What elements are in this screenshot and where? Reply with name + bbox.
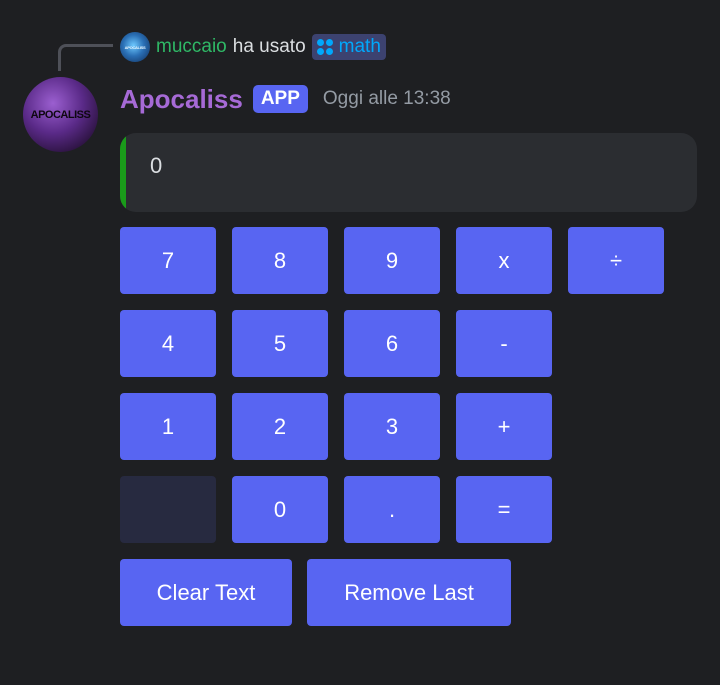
clear-text-button[interactable]: Clear Text [120, 559, 292, 626]
key-add[interactable]: + [456, 393, 552, 460]
command-name: math [338, 36, 381, 57]
reply-connector [58, 44, 113, 71]
key-0[interactable]: 0 [232, 476, 328, 543]
remove-last-button[interactable]: Remove Last [307, 559, 511, 626]
key-5[interactable]: 5 [232, 310, 328, 377]
message-header: Apocaliss APP Oggi alle 13:38 [120, 82, 451, 116]
key-1[interactable]: 1 [120, 393, 216, 460]
key-divide[interactable]: ÷ [568, 227, 664, 294]
key-6[interactable]: 6 [344, 310, 440, 377]
key-blank-disabled [120, 476, 216, 543]
command-chip[interactable]: math [311, 34, 386, 60]
key-9[interactable]: 9 [344, 227, 440, 294]
bot-avatar-logo: APOCALISS [30, 108, 91, 121]
key-equals[interactable]: = [456, 476, 552, 543]
reply-bar: APOCALISS muccaio ha usato math [120, 32, 386, 62]
bot-avatar[interactable]: APOCALISS [23, 77, 98, 152]
key-2[interactable]: 2 [232, 393, 328, 460]
key-decimal[interactable]: . [344, 476, 440, 543]
reply-action-text: ha usato [232, 36, 306, 57]
key-multiply[interactable]: x [456, 227, 552, 294]
reply-avatar-logo: APOCALISS [124, 44, 146, 50]
bot-username[interactable]: Apocaliss [120, 84, 243, 115]
key-3[interactable]: 3 [344, 393, 440, 460]
display-value: 0 [150, 153, 163, 178]
key-4[interactable]: 4 [120, 310, 216, 377]
message-timestamp: Oggi alle 13:38 [322, 88, 451, 109]
reply-username[interactable]: muccaio [156, 36, 227, 58]
embed-accent-bar [120, 133, 126, 212]
key-8[interactable]: 8 [232, 227, 328, 294]
app-badge: APP [252, 85, 308, 113]
key-subtract[interactable]: - [456, 310, 552, 377]
calculator-display: 0 [120, 133, 697, 212]
key-7[interactable]: 7 [120, 227, 216, 294]
reply-avatar[interactable]: APOCALISS [120, 32, 150, 62]
slash-command-icon [316, 39, 333, 55]
